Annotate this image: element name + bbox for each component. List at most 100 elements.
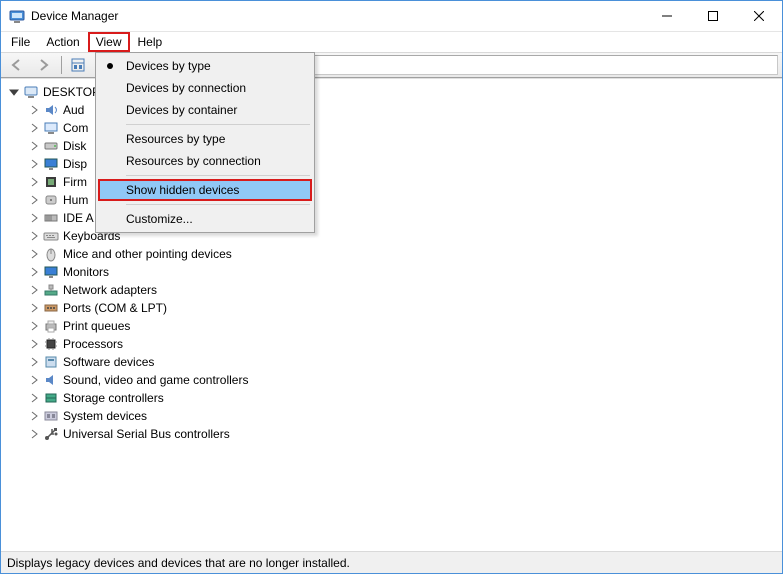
expand-icon[interactable] — [27, 157, 41, 171]
display-icon — [43, 156, 59, 172]
category-label: Print queues — [63, 319, 130, 333]
menu-item-devices-by-connection[interactable]: Devices by connection — [98, 77, 312, 99]
expand-icon[interactable] — [27, 409, 41, 423]
category-label: Sound, video and game controllers — [63, 373, 248, 387]
category-label: Software devices — [63, 355, 154, 369]
keyboard-icon — [43, 228, 59, 244]
expand-icon[interactable] — [27, 211, 41, 225]
monitor-icon — [43, 264, 59, 280]
expand-icon[interactable] — [27, 103, 41, 117]
mouse-icon — [43, 246, 59, 262]
category-label: Ports (COM & LPT) — [63, 301, 167, 315]
tree-category[interactable]: Ports (COM & LPT) — [7, 299, 782, 317]
expand-icon[interactable] — [27, 121, 41, 135]
menu-item-resources-by-type[interactable]: Resources by type — [98, 128, 312, 150]
audio-icon — [43, 102, 59, 118]
menu-item-label: Resources by connection — [126, 154, 261, 168]
menu-help[interactable]: Help — [130, 32, 171, 52]
menu-item-customize[interactable]: Customize... — [98, 208, 312, 230]
storage-icon — [43, 390, 59, 406]
category-label: Disk — [63, 139, 86, 153]
category-label: Disp — [63, 157, 87, 171]
category-label: Universal Serial Bus controllers — [63, 427, 230, 441]
toolbar-separator — [61, 56, 62, 74]
firmware-icon — [43, 174, 59, 190]
hid-icon — [43, 192, 59, 208]
view-menu-dropdown: Devices by type Devices by connection Devi… — [95, 52, 315, 233]
expand-icon[interactable] — [27, 229, 41, 243]
category-label: Aud — [63, 103, 84, 117]
tree-category[interactable]: System devices — [7, 407, 782, 425]
statusbar-text: Displays legacy devices and devices that… — [7, 556, 350, 570]
menu-separator — [126, 175, 310, 176]
expand-icon[interactable] — [27, 319, 41, 333]
expand-icon[interactable] — [27, 247, 41, 261]
category-label: IDE A — [63, 211, 94, 225]
root-label: DESKTOP — [43, 85, 100, 99]
usb-icon — [43, 426, 59, 442]
menu-action[interactable]: Action — [38, 32, 87, 52]
tree-category[interactable]: Storage controllers — [7, 389, 782, 407]
menu-item-label: Resources by type — [126, 132, 225, 146]
expand-icon[interactable] — [27, 193, 41, 207]
network-icon — [43, 282, 59, 298]
category-label: Processors — [63, 337, 123, 351]
category-label: Network adapters — [63, 283, 157, 297]
category-label: Hum — [63, 193, 88, 207]
printer-icon — [43, 318, 59, 334]
expand-icon[interactable] — [27, 391, 41, 405]
tree-category[interactable]: Processors — [7, 335, 782, 353]
expand-icon[interactable] — [27, 427, 41, 441]
port-icon — [43, 300, 59, 316]
software-icon — [43, 354, 59, 370]
bullet-icon — [107, 63, 113, 69]
menu-item-label: Devices by type — [126, 59, 211, 73]
menu-item-devices-by-container[interactable]: Devices by container — [98, 99, 312, 121]
menu-item-label: Show hidden devices — [126, 183, 239, 197]
expand-icon[interactable] — [27, 265, 41, 279]
forward-button[interactable] — [31, 54, 55, 76]
menu-view[interactable]: View — [88, 32, 130, 52]
menu-separator — [126, 204, 310, 205]
system-icon — [43, 408, 59, 424]
tree-category[interactable]: Print queues — [7, 317, 782, 335]
category-label: Firm — [63, 175, 87, 189]
app-icon — [9, 8, 25, 24]
category-label: Mice and other pointing devices — [63, 247, 232, 261]
tree-category[interactable]: Mice and other pointing devices — [7, 245, 782, 263]
menu-separator — [126, 124, 310, 125]
sound-icon — [43, 372, 59, 388]
expand-icon[interactable] — [27, 355, 41, 369]
expand-icon[interactable] — [27, 301, 41, 315]
tree-category[interactable]: Software devices — [7, 353, 782, 371]
tree-category[interactable]: Monitors — [7, 263, 782, 281]
back-button[interactable] — [5, 54, 29, 76]
menu-item-show-hidden-devices[interactable]: Show hidden devices — [98, 179, 312, 201]
expand-icon[interactable] — [27, 175, 41, 189]
tree-category[interactable]: Sound, video and game controllers — [7, 371, 782, 389]
menu-item-label: Customize... — [126, 212, 193, 226]
expand-icon[interactable] — [27, 283, 41, 297]
minimize-button[interactable] — [644, 1, 690, 31]
menu-file[interactable]: File — [3, 32, 38, 52]
expand-icon[interactable] — [27, 337, 41, 351]
tree-category[interactable]: Universal Serial Bus controllers — [7, 425, 782, 443]
statusbar: Displays legacy devices and devices that… — [1, 551, 782, 573]
close-button[interactable] — [736, 1, 782, 31]
expand-icon[interactable] — [27, 373, 41, 387]
tree-category[interactable]: Network adapters — [7, 281, 782, 299]
disk-icon — [43, 138, 59, 154]
maximize-button[interactable] — [690, 1, 736, 31]
collapse-icon[interactable] — [7, 85, 21, 99]
computer-icon — [23, 84, 39, 100]
cpu-icon — [43, 336, 59, 352]
ide-icon — [43, 210, 59, 226]
category-label: Monitors — [63, 265, 109, 279]
category-label: Storage controllers — [63, 391, 164, 405]
properties-button[interactable] — [66, 54, 90, 76]
menu-item-label: Devices by connection — [126, 81, 246, 95]
expand-icon[interactable] — [27, 139, 41, 153]
menu-item-devices-by-type[interactable]: Devices by type — [98, 55, 312, 77]
menu-item-resources-by-connection[interactable]: Resources by connection — [98, 150, 312, 172]
computer-icon — [43, 120, 59, 136]
